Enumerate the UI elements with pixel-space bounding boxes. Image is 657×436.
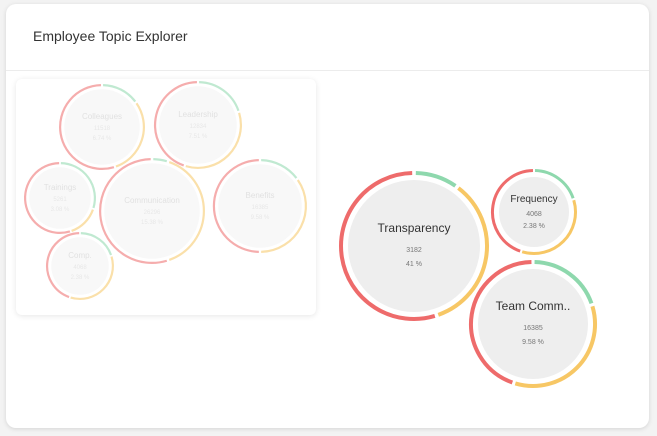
topic-name: Trainings xyxy=(44,183,77,192)
topic-count: 11518 xyxy=(94,126,111,132)
topic-percent: 9.58 % xyxy=(251,215,270,221)
topic-percent: 15.38 % xyxy=(141,220,164,226)
topic-percent: 2.38 % xyxy=(523,223,545,230)
topic-percent: 3.08 % xyxy=(51,207,70,213)
topic-bubble-benefits[interactable]: Benefits 16385 9.58 % xyxy=(212,159,308,253)
topic-name: Comp. xyxy=(68,251,92,260)
topic-bubble-transparency[interactable]: Transparency 3182 41 % xyxy=(339,171,489,321)
topic-count: 26296 xyxy=(144,210,161,216)
topic-name: Colleagues xyxy=(82,112,122,121)
topic-bubble-leadership[interactable]: Leadership 12834 7.51 % xyxy=(154,81,242,169)
topic-bubble-layer: Colleagues 11518 6.74 % Leadership 12834… xyxy=(24,81,597,388)
topic-bubble-trainings[interactable]: Trainings 5261 3.08 % xyxy=(24,162,96,234)
topic-bubble-team-comm[interactable]: Team Comm.. 16385 9.58 % xyxy=(468,260,597,388)
bubble-fill xyxy=(478,269,588,379)
topic-name: Communication xyxy=(124,196,180,205)
topic-percent: 41 % xyxy=(406,261,422,268)
topic-count: 16385 xyxy=(523,325,543,332)
topic-percent: 7.51 % xyxy=(189,134,208,140)
topic-name: Team Comm.. xyxy=(496,299,571,313)
topic-percent: 2.38 % xyxy=(71,275,90,281)
topic-count: 12834 xyxy=(190,124,207,130)
topic-count: 4068 xyxy=(73,265,87,271)
bubble-fill xyxy=(348,180,480,312)
topic-count: 3182 xyxy=(406,247,422,254)
topic-name: Leadership xyxy=(178,110,218,119)
topic-bubble-frequency[interactable]: Frequency 4068 2.38 % xyxy=(490,169,577,255)
topic-count: 16385 xyxy=(252,205,269,211)
topic-count: 5261 xyxy=(53,197,67,203)
green-ring-segment xyxy=(153,158,168,163)
topic-bubble-colleagues[interactable]: Colleagues 11518 6.74 % xyxy=(59,84,145,170)
topic-count: 4068 xyxy=(526,211,542,218)
topic-percent: 6.74 % xyxy=(93,136,112,142)
topic-bubble-communication[interactable]: Communication 26296 15.38 % xyxy=(99,158,205,264)
topic-bubble-comp[interactable]: Comp. 4068 2.38 % xyxy=(45,232,114,300)
topic-name: Benefits xyxy=(246,191,275,200)
topic-name: Frequency xyxy=(510,194,557,205)
topic-name: Transparency xyxy=(378,221,451,235)
topic-percent: 9.58 % xyxy=(522,339,544,346)
